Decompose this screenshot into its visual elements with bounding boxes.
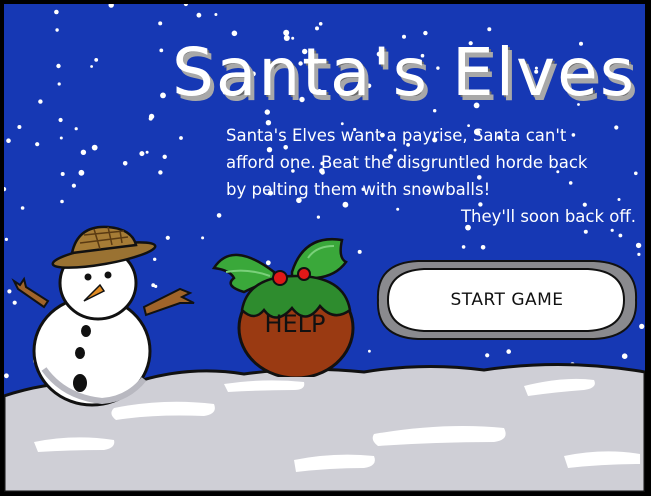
snowflake bbox=[4, 187, 7, 192]
snowflake bbox=[59, 136, 63, 140]
snowflake bbox=[78, 169, 85, 176]
snowflake bbox=[196, 12, 202, 18]
snowflake bbox=[639, 323, 645, 329]
snowflake bbox=[480, 245, 486, 250]
game-title: Santa's Elves bbox=[172, 34, 637, 111]
intro-line-2: afford one. Beat the disgruntled horde b… bbox=[226, 153, 588, 172]
snowflake bbox=[74, 127, 78, 131]
snowflake bbox=[108, 4, 114, 8]
snowflake bbox=[159, 48, 164, 53]
snowflake bbox=[148, 116, 153, 121]
snowflake bbox=[635, 242, 642, 249]
snowflake bbox=[158, 170, 163, 175]
help-label: HELP bbox=[264, 310, 326, 338]
snowflake bbox=[179, 136, 183, 140]
snowflake bbox=[506, 349, 512, 354]
snowflake bbox=[139, 151, 145, 157]
intro-line-4: They'll soon back off. bbox=[460, 207, 636, 226]
snowflake bbox=[485, 353, 490, 358]
snowflake bbox=[461, 245, 466, 249]
snowflake bbox=[60, 172, 65, 176]
game-stage[interactable]: Santa's Elves Santa's Elves want a payri… bbox=[4, 4, 645, 492]
snowflake bbox=[71, 183, 76, 188]
snowflake bbox=[80, 149, 87, 155]
snowflake bbox=[56, 63, 61, 69]
snowflake bbox=[487, 27, 492, 32]
snowflake bbox=[583, 229, 588, 234]
snowflake bbox=[17, 125, 22, 129]
snowflake bbox=[91, 144, 98, 151]
snowflake bbox=[38, 99, 43, 104]
snowflake bbox=[216, 213, 222, 218]
snowflake bbox=[318, 22, 323, 26]
snowflake bbox=[618, 233, 623, 238]
snowflake bbox=[20, 206, 25, 210]
snowflake bbox=[35, 142, 40, 147]
snowflake bbox=[158, 21, 163, 26]
start-game-button[interactable]: START GAME bbox=[376, 259, 638, 341]
snowflake bbox=[122, 161, 128, 166]
snowflake bbox=[55, 28, 59, 32]
start-game-label: START GAME bbox=[450, 290, 564, 310]
snowflake bbox=[94, 58, 99, 62]
snowflake bbox=[160, 92, 166, 99]
snowflake bbox=[90, 65, 93, 68]
intro-line-3: by pelting them with snowballs! bbox=[226, 180, 491, 199]
snowflake bbox=[315, 26, 319, 31]
snowflake bbox=[183, 4, 188, 7]
snowman bbox=[11, 225, 195, 407]
intro-text: Santa's Elves want a payrise, Santa can'… bbox=[226, 122, 636, 230]
snowflake bbox=[6, 138, 11, 143]
snowflake bbox=[57, 82, 61, 86]
snowflake bbox=[637, 252, 641, 256]
snowflake bbox=[621, 353, 628, 360]
christmas-pudding-icon bbox=[211, 237, 355, 377]
snowflake bbox=[58, 117, 63, 123]
help-button[interactable]: HELP bbox=[204, 232, 364, 377]
snowflake bbox=[162, 154, 167, 159]
snowflake bbox=[54, 9, 59, 15]
snowflake bbox=[214, 13, 218, 16]
intro-line-1: Santa's Elves want a payrise, Santa can'… bbox=[226, 126, 567, 145]
snowflake bbox=[60, 199, 64, 204]
snowflake bbox=[368, 349, 371, 353]
snowflake bbox=[145, 150, 149, 154]
